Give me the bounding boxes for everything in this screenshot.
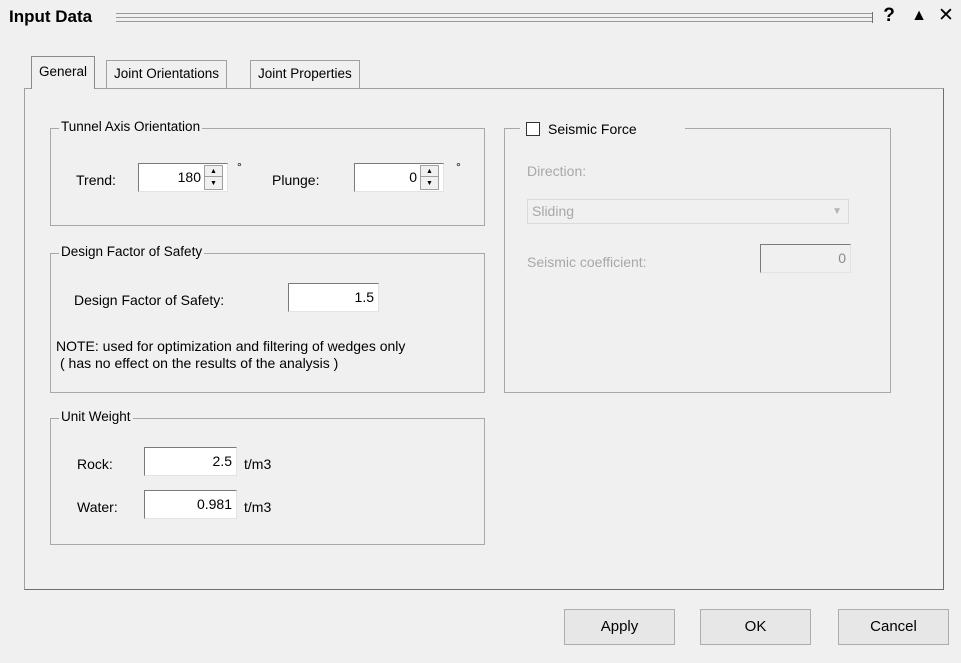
tab-joint-properties[interactable]: Joint Properties — [250, 60, 360, 88]
tab-general[interactable]: General — [31, 56, 96, 89]
spinner-up-icon[interactable]: ▲ — [421, 166, 438, 177]
plunge-spinner[interactable]: ▲ ▼ — [420, 165, 439, 190]
direction-label: Direction: — [527, 163, 587, 179]
design-fos-label: Design Factor of Safety: — [74, 292, 225, 308]
spinner-up-icon[interactable]: ▲ — [205, 166, 222, 177]
trend-input[interactable]: 180 ▲ ▼ — [138, 163, 228, 192]
spinner-down-icon[interactable]: ▼ — [421, 178, 438, 189]
trend-value: 180 — [177, 169, 201, 185]
trend-label: Trend: — [76, 172, 116, 188]
plunge-degree-symbol: ° — [456, 160, 461, 174]
plunge-value: 0 — [409, 169, 417, 185]
trend-degree-symbol: ° — [237, 160, 242, 174]
seismic-force-label: Seismic Force — [548, 121, 637, 137]
plunge-label: Plunge: — [272, 172, 320, 188]
design-fos-group-label: Design Factor of Safety — [59, 244, 205, 259]
rock-unit-label: t/m3 — [244, 456, 272, 472]
help-icon[interactable]: ? — [878, 4, 900, 28]
design-fos-input[interactable]: 1.5 — [288, 283, 379, 312]
water-label: Water: — [77, 499, 118, 515]
water-unit-label: t/m3 — [244, 499, 272, 515]
unit-weight-group-label: Unit Weight — [59, 409, 133, 424]
seismic-coefficient-label: Seismic coefficient: — [527, 254, 647, 270]
direction-value: Sliding — [532, 203, 575, 219]
title-bar-grip — [116, 12, 873, 23]
seismic-force-header[interactable]: Seismic Force — [520, 120, 685, 138]
dropdown-arrow-icon[interactable]: ▼ — [832, 200, 842, 223]
close-icon[interactable]: ✕ — [935, 4, 957, 28]
apply-button[interactable]: Apply — [564, 609, 675, 645]
rock-label: Rock: — [77, 456, 113, 472]
tunnel-axis-group-label: Tunnel Axis Orientation — [59, 119, 203, 134]
rock-weight-input[interactable]: 2.5 — [144, 447, 237, 476]
design-fos-group: Design Factor of Safety — [50, 244, 485, 393]
plunge-input[interactable]: 0 ▲ ▼ — [354, 163, 444, 192]
water-weight-input[interactable]: 0.981 — [144, 490, 237, 519]
seismic-force-checkbox[interactable] — [526, 122, 540, 136]
design-fos-note-line2: ( has no effect on the results of the an… — [60, 355, 339, 371]
title-bar[interactable]: Input Data ? ▲ ✕ — [0, 0, 961, 36]
tab-joint-orientations[interactable]: Joint Orientations — [106, 60, 228, 88]
cancel-button[interactable]: Cancel — [838, 609, 949, 645]
ok-button[interactable]: OK — [700, 609, 811, 645]
window-title: Input Data — [9, 7, 93, 26]
design-fos-note-line1: NOTE: used for optimization and filterin… — [56, 338, 406, 354]
unit-weight-group: Unit Weight — [50, 409, 485, 545]
trend-spinner[interactable]: ▲ ▼ — [204, 165, 223, 190]
collapse-icon[interactable]: ▲ — [908, 4, 930, 28]
direction-select[interactable]: Sliding ▼ — [527, 199, 849, 224]
spinner-down-icon[interactable]: ▼ — [205, 178, 222, 189]
seismic-coefficient-input[interactable]: 0 — [760, 244, 851, 273]
